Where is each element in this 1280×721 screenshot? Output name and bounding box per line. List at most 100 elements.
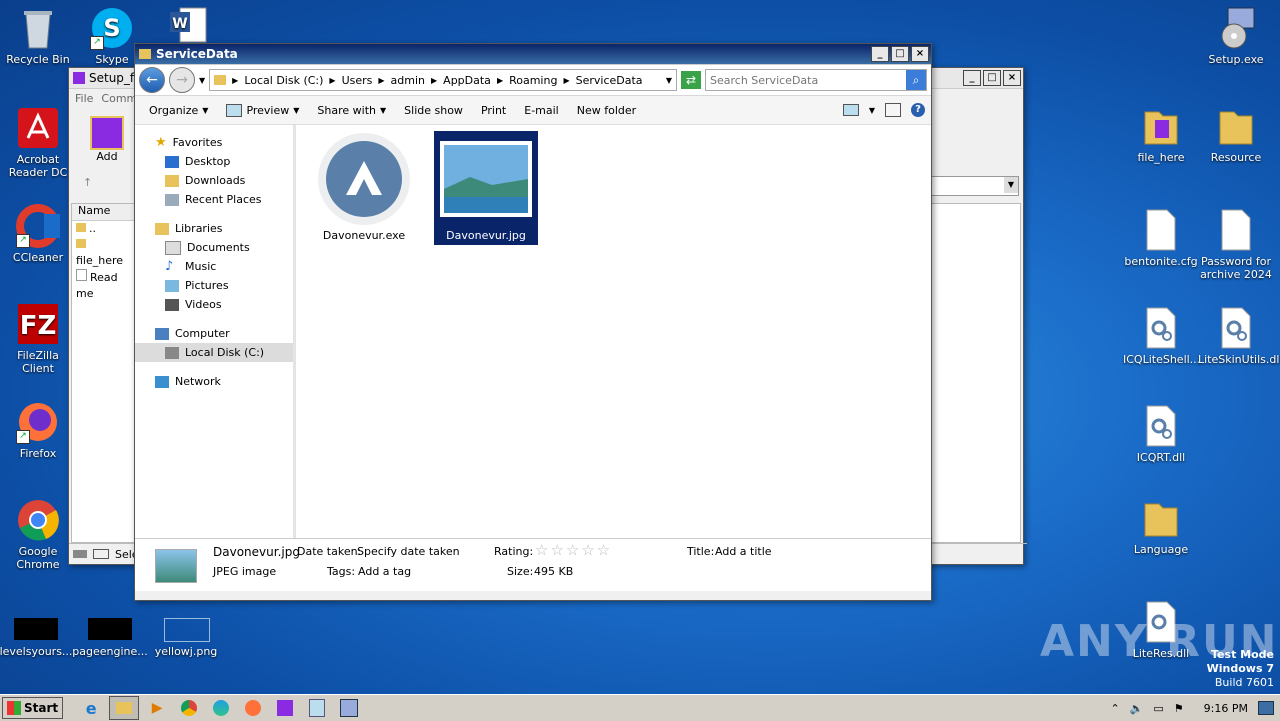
taskbar-winrar[interactable] bbox=[271, 697, 299, 719]
taskbar-firefox[interactable] bbox=[239, 697, 267, 719]
winrar-path-dropdown[interactable]: ▼ bbox=[929, 176, 1019, 196]
desktop-icon-recycle-bin[interactable]: Recycle Bin bbox=[0, 6, 76, 66]
desktop-icon-resource[interactable]: Resource bbox=[1198, 104, 1274, 164]
history-dropdown-icon[interactable]: ▼ bbox=[199, 76, 205, 85]
column-name[interactable]: Name bbox=[72, 204, 134, 221]
up-arrow-icon[interactable]: ↑ bbox=[83, 176, 92, 189]
breadcrumb-item[interactable]: AppData bbox=[443, 74, 491, 87]
email-button[interactable]: E-mail bbox=[516, 102, 567, 119]
nav-music[interactable]: ♪ Music bbox=[135, 257, 293, 276]
print-button[interactable]: Print bbox=[473, 102, 514, 119]
slide-show-button[interactable]: Slide show bbox=[396, 102, 471, 119]
nav-favorites[interactable]: ★ Favorites bbox=[135, 133, 293, 152]
taskbar-explorer[interactable] bbox=[109, 696, 140, 720]
desktop-icon-password[interactable]: Password for archive 2024 bbox=[1198, 208, 1274, 281]
breadcrumb-item[interactable]: Local Disk (C:) bbox=[244, 74, 323, 87]
show-hidden-icons-icon[interactable]: ⌃ bbox=[1110, 702, 1119, 715]
close-button[interactable]: × bbox=[911, 46, 929, 62]
desktop-icon-pageengine[interactable]: pageengine... bbox=[72, 618, 148, 658]
taskbar-setup[interactable] bbox=[335, 697, 363, 719]
volume-icon[interactable]: 🔈 bbox=[1130, 702, 1144, 715]
file-item[interactable]: Davonevur.exe bbox=[312, 131, 416, 242]
chevron-down-icon[interactable]: ▼ bbox=[666, 76, 672, 85]
desktop-icon-setup[interactable]: Setup.exe bbox=[1198, 6, 1274, 66]
desktop-icon-icqrt[interactable]: ICQRT.dll bbox=[1123, 404, 1199, 464]
chevron-right-icon[interactable]: ▶ bbox=[497, 76, 503, 85]
explorer-window[interactable]: ServiceData _ □ × ← → ▼ ▶ Local Disk (C:… bbox=[134, 43, 932, 601]
breadcrumb[interactable]: ▶ Local Disk (C:) ▶ Users ▶ admin ▶ AppData… bbox=[209, 69, 677, 91]
taskbar-media-player[interactable]: ▶ bbox=[143, 697, 171, 719]
nav-desktop[interactable]: Desktop bbox=[135, 152, 293, 171]
menu-commands[interactable]: Comm bbox=[101, 92, 137, 105]
minimize-button[interactable]: _ bbox=[871, 46, 889, 62]
taskbar-chrome[interactable] bbox=[175, 697, 203, 719]
show-desktop-icon[interactable] bbox=[1258, 701, 1274, 715]
desktop-icon-bentonite[interactable]: bentonite.cfg bbox=[1123, 208, 1199, 268]
desktop-icon-firefox[interactable]: ↗ Firefox bbox=[0, 400, 76, 460]
nav-downloads[interactable]: Downloads bbox=[135, 171, 293, 190]
organize-button[interactable]: Organize ▼ bbox=[141, 102, 216, 119]
desktop-icon-filezilla[interactable]: FZ FileZilla Client bbox=[0, 302, 76, 375]
desktop-icon-liteskinutils[interactable]: LiteSkinUtils.dll bbox=[1198, 306, 1280, 366]
desktop-icon-file-here[interactable]: file_here bbox=[1123, 104, 1199, 164]
desktop-icon-acrobat[interactable]: Acrobat Reader DC bbox=[0, 106, 76, 179]
explorer-titlebar[interactable]: ServiceData _ □ × bbox=[135, 44, 931, 65]
nav-computer[interactable]: Computer bbox=[135, 324, 293, 343]
nav-recent-places[interactable]: Recent Places bbox=[135, 190, 293, 209]
desktop-icon-yellowj[interactable]: yellowj.png bbox=[148, 618, 224, 658]
chevron-right-icon[interactable]: ▶ bbox=[329, 76, 335, 85]
rating-stars[interactable]: ☆☆☆☆☆ bbox=[535, 541, 612, 559]
details-tags-value[interactable]: Add a tag bbox=[358, 565, 411, 578]
details-date-value[interactable]: Specify date taken bbox=[357, 545, 460, 558]
list-item[interactable]: file_here bbox=[72, 237, 134, 269]
close-button[interactable]: × bbox=[1003, 70, 1021, 86]
desktop-icon-language[interactable]: Language bbox=[1123, 496, 1199, 556]
chevron-down-icon[interactable]: ▼ bbox=[869, 106, 875, 115]
help-icon[interactable]: ? bbox=[911, 103, 925, 117]
nav-documents[interactable]: Documents bbox=[135, 238, 293, 257]
nav-pictures[interactable]: Pictures bbox=[135, 276, 293, 295]
clock[interactable]: 9:16 PM bbox=[1204, 702, 1248, 715]
nav-videos[interactable]: Videos bbox=[135, 295, 293, 314]
back-button[interactable]: ← bbox=[139, 67, 165, 93]
preview-button[interactable]: Preview ▼ bbox=[218, 102, 307, 119]
chevron-right-icon[interactable]: ▶ bbox=[563, 76, 569, 85]
search-input[interactable] bbox=[706, 72, 906, 88]
new-folder-button[interactable]: New folder bbox=[569, 102, 644, 119]
breadcrumb-item[interactable]: Users bbox=[342, 74, 373, 87]
chevron-right-icon[interactable]: ▶ bbox=[378, 76, 384, 85]
nav-local-disk[interactable]: Local Disk (C:) bbox=[135, 343, 293, 362]
chevron-right-icon[interactable]: ▶ bbox=[232, 76, 238, 85]
add-button[interactable]: Add bbox=[87, 116, 127, 163]
details-title-value[interactable]: Add a title bbox=[715, 545, 772, 558]
taskbar-ie[interactable]: e bbox=[77, 697, 105, 719]
network-tray-icon[interactable]: ▭ bbox=[1153, 702, 1163, 715]
refresh-button[interactable]: ⇄ bbox=[681, 71, 701, 89]
desktop-icon-chrome[interactable]: Google Chrome bbox=[0, 498, 76, 571]
nav-network[interactable]: Network bbox=[135, 372, 293, 391]
menu-file[interactable]: File bbox=[75, 92, 93, 105]
maximize-button[interactable]: □ bbox=[891, 46, 909, 62]
chevron-down-icon[interactable]: ▼ bbox=[1004, 177, 1018, 193]
search-button[interactable]: ⌕ bbox=[906, 70, 926, 90]
maximize-button[interactable]: □ bbox=[983, 70, 1001, 86]
breadcrumb-item[interactable]: Roaming bbox=[509, 74, 557, 87]
chevron-right-icon[interactable]: ▶ bbox=[431, 76, 437, 85]
desktop-icon-ccleaner[interactable]: ↗ CCleaner bbox=[0, 204, 76, 264]
breadcrumb-item[interactable]: ServiceData bbox=[576, 74, 643, 87]
view-options-icon[interactable] bbox=[842, 104, 859, 116]
nav-libraries[interactable]: Libraries bbox=[135, 219, 293, 238]
desktop-icon-icqliteshell[interactable]: ICQLiteShell... bbox=[1123, 306, 1200, 366]
file-item-selected[interactable]: Davonevur.jpg bbox=[434, 131, 538, 245]
minimize-button[interactable]: _ bbox=[963, 70, 981, 86]
share-with-button[interactable]: Share with ▼ bbox=[309, 102, 394, 119]
action-center-flag-icon[interactable]: ⚑ bbox=[1174, 702, 1184, 715]
taskbar-notepad[interactable] bbox=[303, 697, 331, 719]
start-button[interactable]: Start bbox=[2, 697, 64, 719]
list-item[interactable]: .. bbox=[72, 221, 134, 237]
preview-pane-icon[interactable] bbox=[885, 103, 901, 117]
taskbar-edge[interactable] bbox=[207, 697, 235, 719]
list-item[interactable]: Read me bbox=[72, 269, 134, 302]
breadcrumb-item[interactable]: admin bbox=[391, 74, 425, 87]
forward-button[interactable]: → bbox=[169, 67, 195, 93]
